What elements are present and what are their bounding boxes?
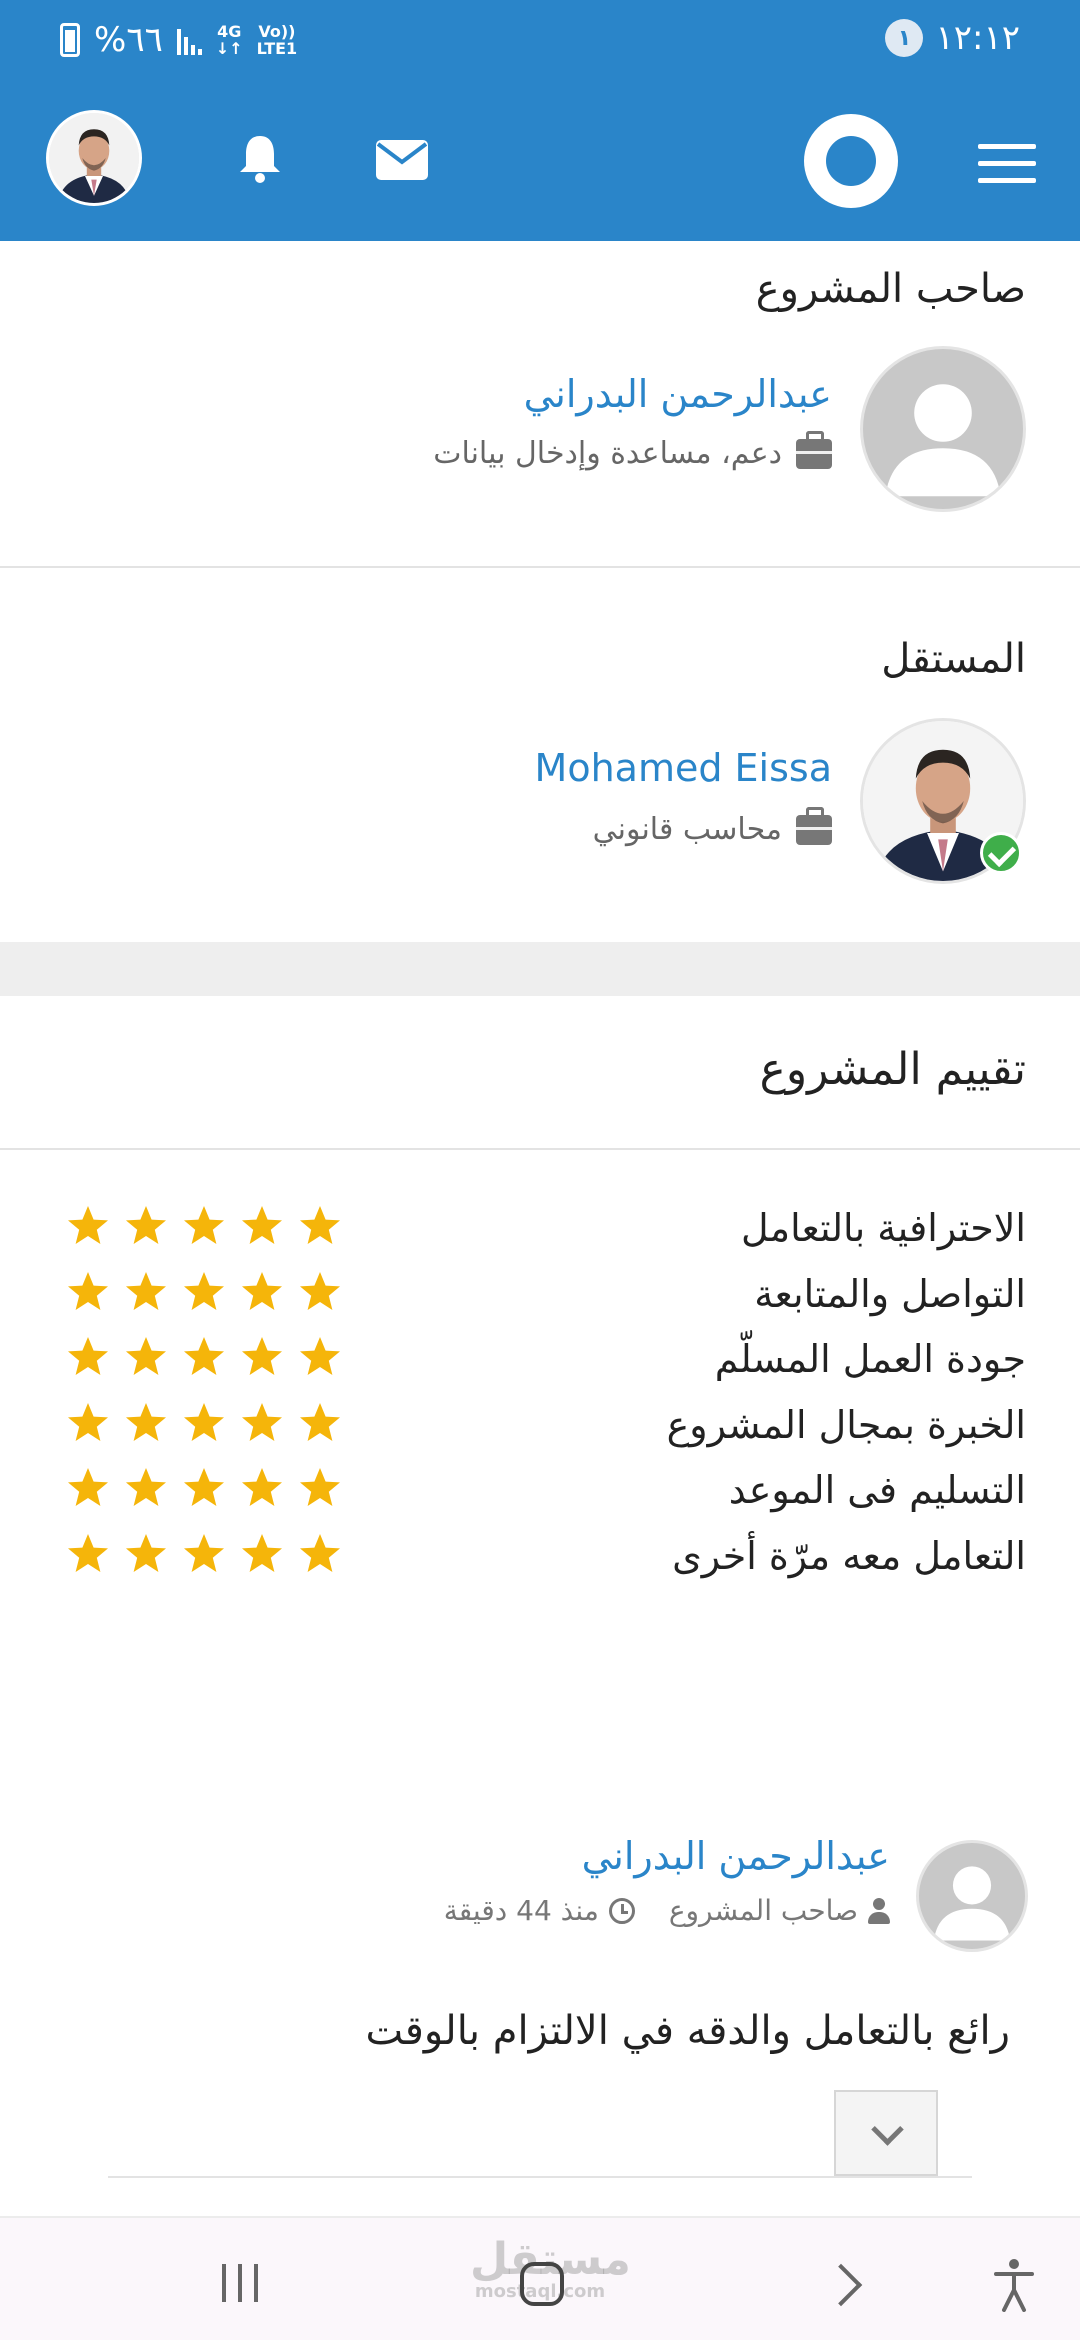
hamburger-menu-icon[interactable] xyxy=(978,144,1036,195)
star-icon xyxy=(182,1270,226,1314)
reviewer-name-link[interactable]: عبدالرحمن البدراني xyxy=(582,1834,890,1878)
rating-row: التواصل والمتابعة xyxy=(0,1262,1080,1332)
star-rating xyxy=(66,1532,342,1576)
star-icon xyxy=(66,1401,110,1445)
star-icon xyxy=(182,1335,226,1379)
star-icon xyxy=(182,1401,226,1445)
battery-icon xyxy=(60,23,80,57)
star-icon xyxy=(298,1270,342,1314)
star-rating xyxy=(66,1466,342,1510)
star-icon xyxy=(66,1335,110,1379)
freelancer-name-link[interactable]: Mohamed Eissa xyxy=(535,746,832,790)
clock-icon xyxy=(608,1897,635,1924)
rating-label: جودة العمل المسلّم xyxy=(714,1337,1026,1381)
signal-icon xyxy=(176,25,202,55)
star-rating xyxy=(66,1401,342,1445)
rating-row: التعامل معه مرّة أخرى xyxy=(0,1524,1080,1594)
rating-row: الخبرة بمجال المشروع xyxy=(0,1393,1080,1463)
star-icon xyxy=(124,1532,168,1576)
rating-row: جودة العمل المسلّم xyxy=(0,1327,1080,1397)
envelope-icon[interactable] xyxy=(376,140,428,180)
briefcase-icon xyxy=(796,430,832,469)
owner-role-text: دعم، مساعدة وإدخال بيانات xyxy=(433,436,782,471)
review-meta: صاحب المشروع منذ 44 دقيقة xyxy=(444,1894,890,1927)
star-rating xyxy=(66,1335,342,1379)
star-icon xyxy=(240,1532,284,1576)
accessibility-icon[interactable] xyxy=(994,2258,1034,2312)
star-icon xyxy=(182,1204,226,1248)
star-rating xyxy=(66,1204,342,1248)
star-icon xyxy=(182,1466,226,1510)
review-time: منذ 44 دقيقة xyxy=(443,1894,599,1927)
freelancer-role: محاسب قانوني xyxy=(592,806,832,847)
star-icon xyxy=(124,1335,168,1379)
user-avatar[interactable] xyxy=(46,110,142,206)
owner-role: دعم، مساعدة وإدخال بيانات xyxy=(433,430,832,471)
rating-label: التسليم فى الموعد xyxy=(728,1468,1026,1512)
star-icon xyxy=(298,1335,342,1379)
clock: ١٢:١٢ xyxy=(935,18,1020,58)
star-icon xyxy=(240,1401,284,1445)
star-icon xyxy=(298,1401,342,1445)
star-icon xyxy=(124,1270,168,1314)
star-icon xyxy=(182,1532,226,1576)
section-separator xyxy=(0,942,1080,996)
app-header: %٦٦ 4G ↓↑ Vo)) LTE1 ١ ١٢:١٢ xyxy=(0,0,1080,241)
star-icon xyxy=(66,1466,110,1510)
bell-icon[interactable] xyxy=(236,132,284,184)
divider xyxy=(0,1148,1080,1150)
verified-badge-icon xyxy=(980,832,1022,874)
reviewer-role: صاحب المشروع xyxy=(668,1894,858,1927)
volte-indicator: Vo)) LTE1 xyxy=(256,22,298,58)
logo-icon[interactable] xyxy=(804,114,898,208)
rating-label: التواصل والمتابعة xyxy=(754,1272,1026,1316)
divider xyxy=(0,566,1080,568)
owner-name-link[interactable]: عبدالرحمن البدراني xyxy=(524,372,832,416)
star-icon xyxy=(240,1335,284,1379)
star-icon xyxy=(124,1204,168,1248)
briefcase-icon xyxy=(796,806,832,845)
divider xyxy=(108,2176,972,2178)
home-icon[interactable] xyxy=(520,2262,564,2306)
freelancer-role-text: محاسب قانوني xyxy=(592,812,782,847)
battery-level: %٦٦ xyxy=(94,20,163,60)
rating-label: التعامل معه مرّة أخرى xyxy=(672,1534,1026,1578)
status-bar: %٦٦ 4G ↓↑ Vo)) LTE1 ١ ١٢:١٢ xyxy=(0,0,1080,84)
back-icon[interactable] xyxy=(819,2263,863,2307)
star-icon xyxy=(240,1466,284,1510)
star-icon xyxy=(66,1204,110,1248)
star-icon xyxy=(298,1204,342,1248)
freelancer-title: المستقل xyxy=(881,636,1026,682)
review-text: رائع بالتعامل والدقه في الالتزام بالوقت xyxy=(365,2008,1010,2054)
rating-title: تقييم المشروع xyxy=(759,1044,1026,1095)
star-icon xyxy=(298,1532,342,1576)
network-indicator: 4G ↓↑ xyxy=(215,22,243,58)
rating-label: الاحترافية بالتعامل xyxy=(740,1206,1026,1250)
user-icon xyxy=(868,1897,890,1924)
notification-count-badge: ١ xyxy=(885,19,924,57)
project-owner-title: صاحب المشروع xyxy=(755,266,1026,312)
rating-row: التسليم فى الموعد xyxy=(0,1458,1080,1528)
star-icon xyxy=(240,1270,284,1314)
rating-label: الخبرة بمجال المشروع xyxy=(666,1403,1026,1447)
expand-chevron-button[interactable] xyxy=(834,2090,938,2176)
star-icon xyxy=(66,1532,110,1576)
star-icon xyxy=(124,1401,168,1445)
recent-apps-icon[interactable] xyxy=(222,2264,258,2302)
status-right: ١ ١٢:١٢ xyxy=(885,18,1020,58)
system-nav-bar: مستقل mostaql.com xyxy=(0,2216,1080,2340)
owner-avatar[interactable] xyxy=(860,346,1026,512)
star-icon xyxy=(298,1466,342,1510)
star-icon xyxy=(240,1204,284,1248)
star-icon xyxy=(124,1466,168,1510)
status-left: %٦٦ 4G ↓↑ Vo)) LTE1 xyxy=(60,20,297,60)
rating-row: الاحترافية بالتعامل xyxy=(0,1196,1080,1266)
reviewer-avatar[interactable] xyxy=(916,1840,1028,1952)
star-rating xyxy=(66,1270,342,1314)
star-icon xyxy=(66,1270,110,1314)
